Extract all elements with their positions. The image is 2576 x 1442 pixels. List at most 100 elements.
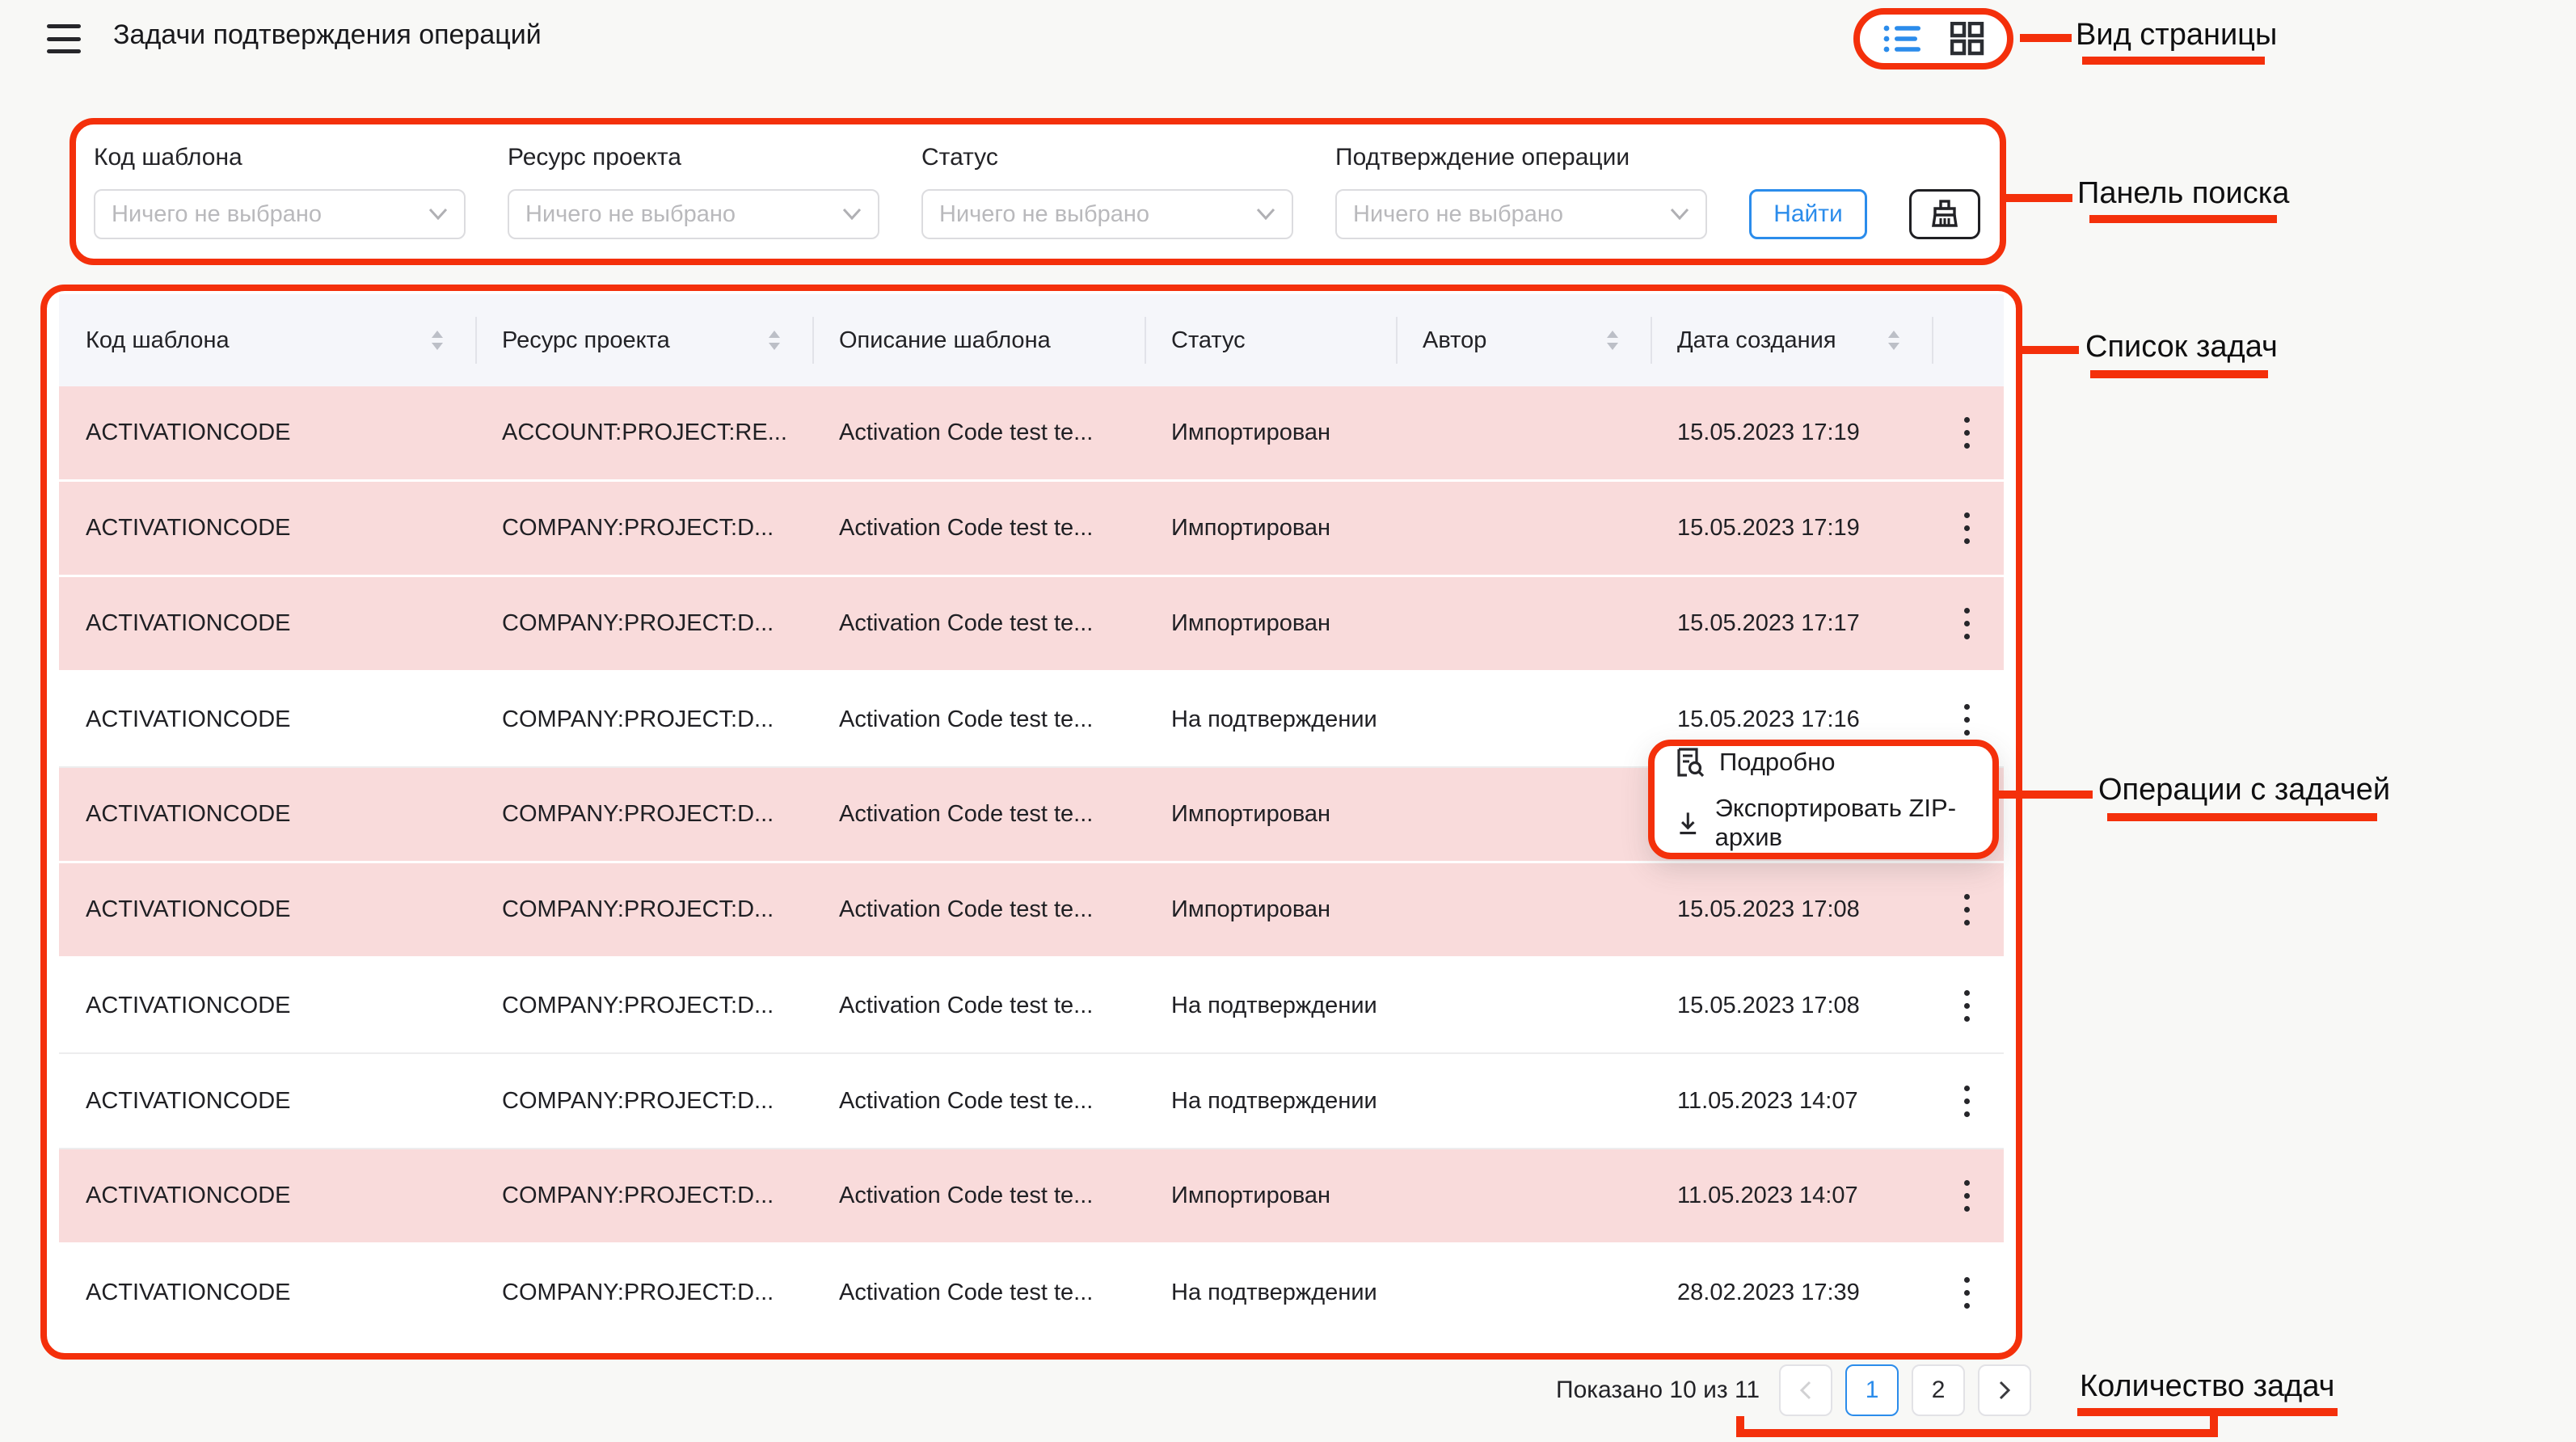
next-page-button[interactable] [1978,1364,2031,1416]
annotation-bracket [1736,1429,2218,1437]
column-header[interactable]: Дата создания [1651,294,1932,386]
menu-icon[interactable] [47,24,81,53]
select-placeholder: Ничего не выбрано [1353,201,1563,228]
cell-status: Импортирован [1145,482,1396,575]
table-row[interactable]: ACTIVATIONCODE COMPANY:PROJECT:D... Acti… [59,1149,2004,1245]
column-header[interactable]: Ресурс проекта [475,294,812,386]
cell-author [1396,1149,1651,1242]
context-menu-item-details[interactable]: Подробно [1676,747,1992,778]
kebab-menu-icon[interactable] [1958,596,1975,652]
context-menu-label: Экспортировать ZIP-архив [1715,794,1992,852]
sort-icon[interactable] [765,329,783,352]
filter-select[interactable]: Ничего не выбрано [921,189,1293,239]
chevron-down-icon [842,208,862,221]
column-header[interactable]: Код шаблона [59,294,475,386]
file-search-icon [1676,747,1705,778]
kebab-menu-icon[interactable] [1958,405,1975,462]
table-row[interactable]: ACTIVATIONCODE COMPANY:PROJECT:D... Acti… [59,1054,2004,1149]
filter-label: Статус [921,144,1293,171]
column-label: Код шаблона [86,327,230,354]
cell-author [1396,1245,1651,1340]
cell-author [1396,673,1651,766]
filter-select[interactable]: Ничего не выбрано [508,189,879,239]
cell-actions [1932,1054,2004,1148]
context-menu-label: Подробно [1719,748,1836,777]
kebab-menu-icon[interactable] [1958,500,1975,557]
grid-view-icon[interactable] [1950,22,1984,56]
table-row[interactable]: ACTIVATIONCODE COMPANY:PROJECT:D... Acti… [59,482,2004,577]
cell-template-code: ACTIVATIONCODE [59,1054,475,1148]
cell-template-description: Activation Code test te... [812,1245,1145,1340]
kebab-menu-icon[interactable] [1958,1168,1975,1225]
annotation-operations-label: Операции с задачей [2098,773,2390,807]
sort-icon[interactable] [428,329,446,352]
cell-status: На подтверждении [1145,673,1396,766]
table-row[interactable]: ACTIVATIONCODE ACCOUNT:PROJECT:RE... Act… [59,386,2004,482]
kebab-menu-icon[interactable] [1958,1264,1975,1321]
table-row[interactable]: ACTIVATIONCODE COMPANY:PROJECT:D... Acti… [59,959,2004,1054]
cell-actions [1932,482,2004,575]
cell-author [1396,768,1651,861]
sort-icon[interactable] [1885,329,1903,352]
filter-select[interactable]: Ничего не выбрано [1335,189,1707,239]
annotation-underline [2107,813,2377,821]
cell-author [1396,386,1651,479]
clear-filters-icon[interactable] [1909,189,1980,239]
chevron-right-icon [1997,1380,2012,1401]
column-header[interactable]: Описание шаблона [812,294,1145,386]
cell-template-description: Activation Code test te... [812,673,1145,766]
cell-template-code: ACTIVATIONCODE [59,863,475,956]
cell-status: Импортирован [1145,1149,1396,1242]
chevron-down-icon [1256,208,1275,221]
table-row[interactable]: ACTIVATIONCODE COMPANY:PROJECT:D... Acti… [59,1245,2004,1340]
cell-template-code: ACTIVATIONCODE [59,482,475,575]
kebab-menu-icon[interactable] [1958,1073,1975,1129]
cell-created-date: 15.05.2023 17:17 [1651,577,1932,670]
column-label: Ресурс проекта [502,327,670,354]
cell-status: На подтверждении [1145,1245,1396,1340]
pagination: Показано 10 из 11 12 [1556,1364,2031,1416]
kebab-menu-icon[interactable] [1958,977,1975,1034]
filter-select[interactable]: Ничего не выбрано [94,189,466,239]
page-number-button[interactable]: 2 [1912,1364,1965,1416]
cell-project-resource: COMPANY:PROJECT:D... [475,1245,812,1340]
cell-project-resource: COMPANY:PROJECT:D... [475,863,812,956]
cell-project-resource: COMPANY:PROJECT:D... [475,1054,812,1148]
chevron-left-icon [1798,1380,1813,1401]
context-menu-item-export-zip[interactable]: Экспортировать ZIP-архив [1676,794,1992,852]
cell-project-resource: COMPANY:PROJECT:D... [475,768,812,861]
select-placeholder: Ничего не выбрано [525,201,736,228]
column-header[interactable]: Статус [1145,294,1396,386]
cell-actions [1932,863,2004,956]
kebab-menu-icon[interactable] [1958,882,1975,938]
list-view-icon[interactable] [1882,21,1923,57]
cell-project-resource: COMPANY:PROJECT:D... [475,1149,812,1242]
cell-author [1396,1054,1651,1148]
cell-template-code: ACTIVATIONCODE [59,386,475,479]
find-button[interactable]: Найти [1749,189,1867,239]
cell-template-code: ACTIVATIONCODE [59,673,475,766]
page-number-button[interactable]: 1 [1845,1364,1899,1416]
filter-group: Ресурс проекта Ничего не выбрано [508,144,879,239]
annotation-connector-list [2022,346,2079,354]
annotation-underline [2089,215,2277,223]
cell-project-resource: ACCOUNT:PROJECT:RE... [475,386,812,479]
column-header[interactable]: Автор [1396,294,1651,386]
cell-created-date: 15.05.2023 17:08 [1651,959,1932,1052]
annotation-list-label: Список задач [2085,330,2278,365]
cell-status: Импортирован [1145,577,1396,670]
prev-page-button[interactable] [1779,1364,1832,1416]
table-row[interactable]: ACTIVATIONCODE COMPANY:PROJECT:D... Acti… [59,863,2004,959]
filter-label: Ресурс проекта [508,144,879,171]
annotation-bracket [2210,1415,2218,1437]
table-row[interactable]: ACTIVATIONCODE COMPANY:PROJECT:D... Acti… [59,577,2004,673]
cell-template-description: Activation Code test te... [812,863,1145,956]
annotation-underline [2077,1408,2338,1416]
annotation-connector-search [2006,194,2072,202]
sort-icon[interactable] [1604,329,1621,352]
column-header[interactable] [1932,294,2004,386]
annotation-view-label: Вид страницы [2076,18,2277,53]
cell-created-date: 28.02.2023 17:39 [1651,1245,1932,1340]
cell-status: На подтверждении [1145,1054,1396,1148]
cell-created-date: 15.05.2023 17:19 [1651,482,1932,575]
